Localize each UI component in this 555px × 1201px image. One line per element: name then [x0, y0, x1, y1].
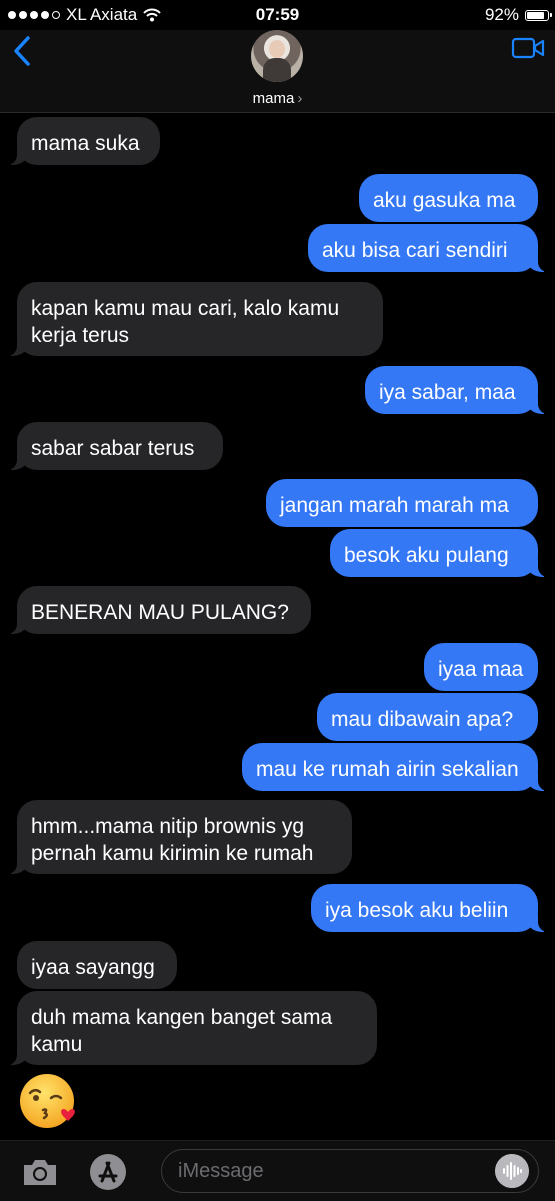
incoming-message[interactable]: mama suka	[7, 117, 160, 165]
video-camera-icon[interactable]	[511, 36, 545, 60]
incoming-message[interactable]: sabar sabar terus	[7, 422, 223, 470]
message-thread: mama suka aku gasuka ma aku bisa cari se…	[0, 113, 555, 1140]
contact-name-button[interactable]: mama ›	[0, 90, 555, 107]
audio-waveform-icon[interactable]	[495, 1154, 529, 1188]
incoming-message[interactable]: iyaa sayangg	[17, 941, 177, 989]
status-bar: XL Axiata 07:59 92%	[0, 0, 555, 30]
chevron-right-icon: ›	[297, 90, 303, 107]
message-input-bar	[0, 1140, 555, 1201]
imessage-input[interactable]	[161, 1149, 539, 1193]
app-store-icon[interactable]	[88, 1152, 128, 1192]
incoming-message[interactable]: BENERAN MAU PULANG?	[7, 586, 311, 634]
status-right: 92%	[484, 5, 552, 25]
outgoing-message[interactable]: iyaa maa	[424, 643, 538, 691]
contact-avatar[interactable]	[251, 30, 303, 82]
camera-icon[interactable]	[20, 1156, 60, 1188]
outgoing-message[interactable]: mau ke rumah airin sekalian	[242, 743, 548, 791]
incoming-message[interactable]: duh mama kangen banget sama kamu	[7, 991, 377, 1065]
outgoing-message[interactable]: besok aku pulang	[330, 529, 548, 577]
outgoing-message[interactable]: iya sabar, maa	[365, 366, 548, 414]
battery-icon	[525, 9, 552, 21]
conversation-header: mama ›	[0, 30, 555, 113]
outgoing-message[interactable]: aku bisa cari sendiri	[308, 224, 548, 272]
kissing-heart-emoji[interactable]	[18, 1070, 80, 1132]
outgoing-message[interactable]: aku gasuka ma	[359, 174, 538, 222]
outgoing-message[interactable]: iya besok aku beliin	[311, 884, 548, 932]
back-chevron-icon[interactable]	[10, 34, 36, 68]
outgoing-message[interactable]: mau dibawain apa?	[317, 693, 538, 741]
incoming-message[interactable]: hmm...mama nitip brownis yg pernah kamu …	[7, 800, 352, 874]
status-time: 07:59	[255, 5, 300, 24]
contact-name: mama	[252, 90, 295, 107]
outgoing-message[interactable]: jangan marah marah ma	[266, 479, 538, 527]
incoming-message[interactable]: kapan kamu mau cari, kalo kamu kerja ter…	[7, 282, 383, 356]
battery-percent: 92%	[484, 5, 519, 24]
